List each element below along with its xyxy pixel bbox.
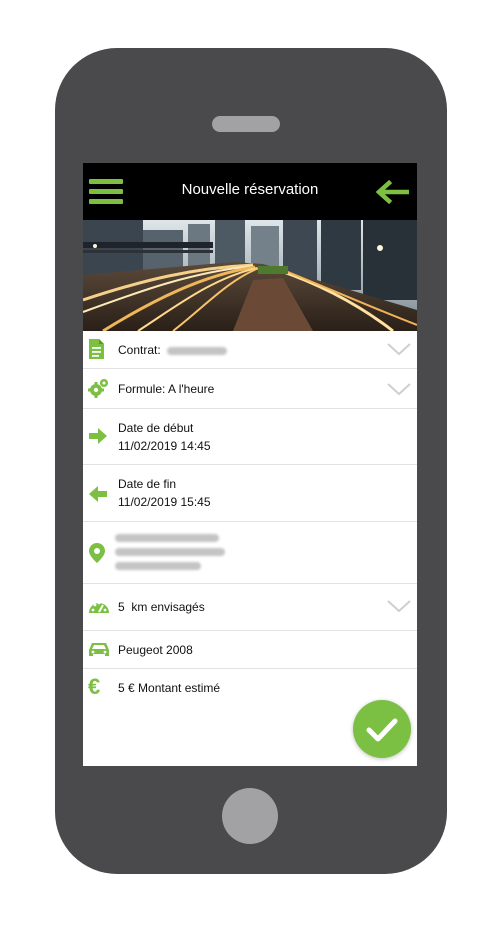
formula-label: Formule: [118, 382, 166, 396]
end-date-value: 11/02/2019 15:45 [118, 495, 211, 509]
city-hero-image [83, 220, 417, 331]
contract-row[interactable]: Contrat: [83, 331, 417, 369]
km-row[interactable]: 5 km envisagés [83, 584, 417, 631]
arrow-right-icon [89, 428, 107, 444]
location-pin-icon [89, 543, 105, 563]
formula-value: A l'heure [168, 382, 215, 396]
confirm-button[interactable] [353, 700, 411, 758]
chevron-down-icon[interactable] [386, 341, 412, 357]
location-row[interactable] [83, 522, 417, 584]
chevron-down-icon[interactable] [386, 598, 412, 614]
check-icon [366, 718, 398, 742]
start-date-row[interactable]: Date de début 11/02/2019 14:45 [83, 409, 417, 465]
arrow-left-icon [89, 486, 107, 502]
contract-value-redacted [167, 346, 228, 355]
gears-icon [88, 379, 108, 398]
vehicle-row[interactable]: Peugeot 2008 [83, 631, 417, 669]
km-value: 5 [118, 600, 125, 614]
back-arrow-icon[interactable] [375, 180, 409, 204]
app-bar: Nouvelle réservation [83, 163, 417, 220]
start-date-value: 11/02/2019 14:45 [118, 439, 211, 453]
phone-home-button[interactable] [222, 788, 278, 844]
formula-row[interactable]: Formule: A l'heure [83, 369, 417, 409]
vehicle-value: Peugeot 2008 [118, 643, 193, 657]
speedometer-icon [89, 601, 109, 613]
chevron-down-icon[interactable] [386, 381, 412, 397]
contract-label: Contrat: [118, 343, 161, 357]
amount-value: 5 € [118, 681, 135, 695]
phone-speaker [212, 116, 280, 132]
km-label: km envisagés [131, 600, 205, 614]
menu-icon[interactable] [89, 179, 123, 205]
location-value-redacted [115, 534, 225, 570]
end-date-label: Date de fin [118, 477, 177, 491]
amount-label: Montant estimé [138, 681, 221, 695]
document-icon [89, 339, 104, 359]
start-date-label: Date de début [118, 421, 194, 435]
euro-icon: € [88, 674, 101, 699]
car-icon [89, 643, 109, 656]
page-title: Nouvelle réservation [181, 181, 319, 198]
app-screen: Nouvelle réservation Contrat: Formule: A… [83, 163, 417, 766]
end-date-row[interactable]: Date de fin 11/02/2019 15:45 [83, 465, 417, 522]
